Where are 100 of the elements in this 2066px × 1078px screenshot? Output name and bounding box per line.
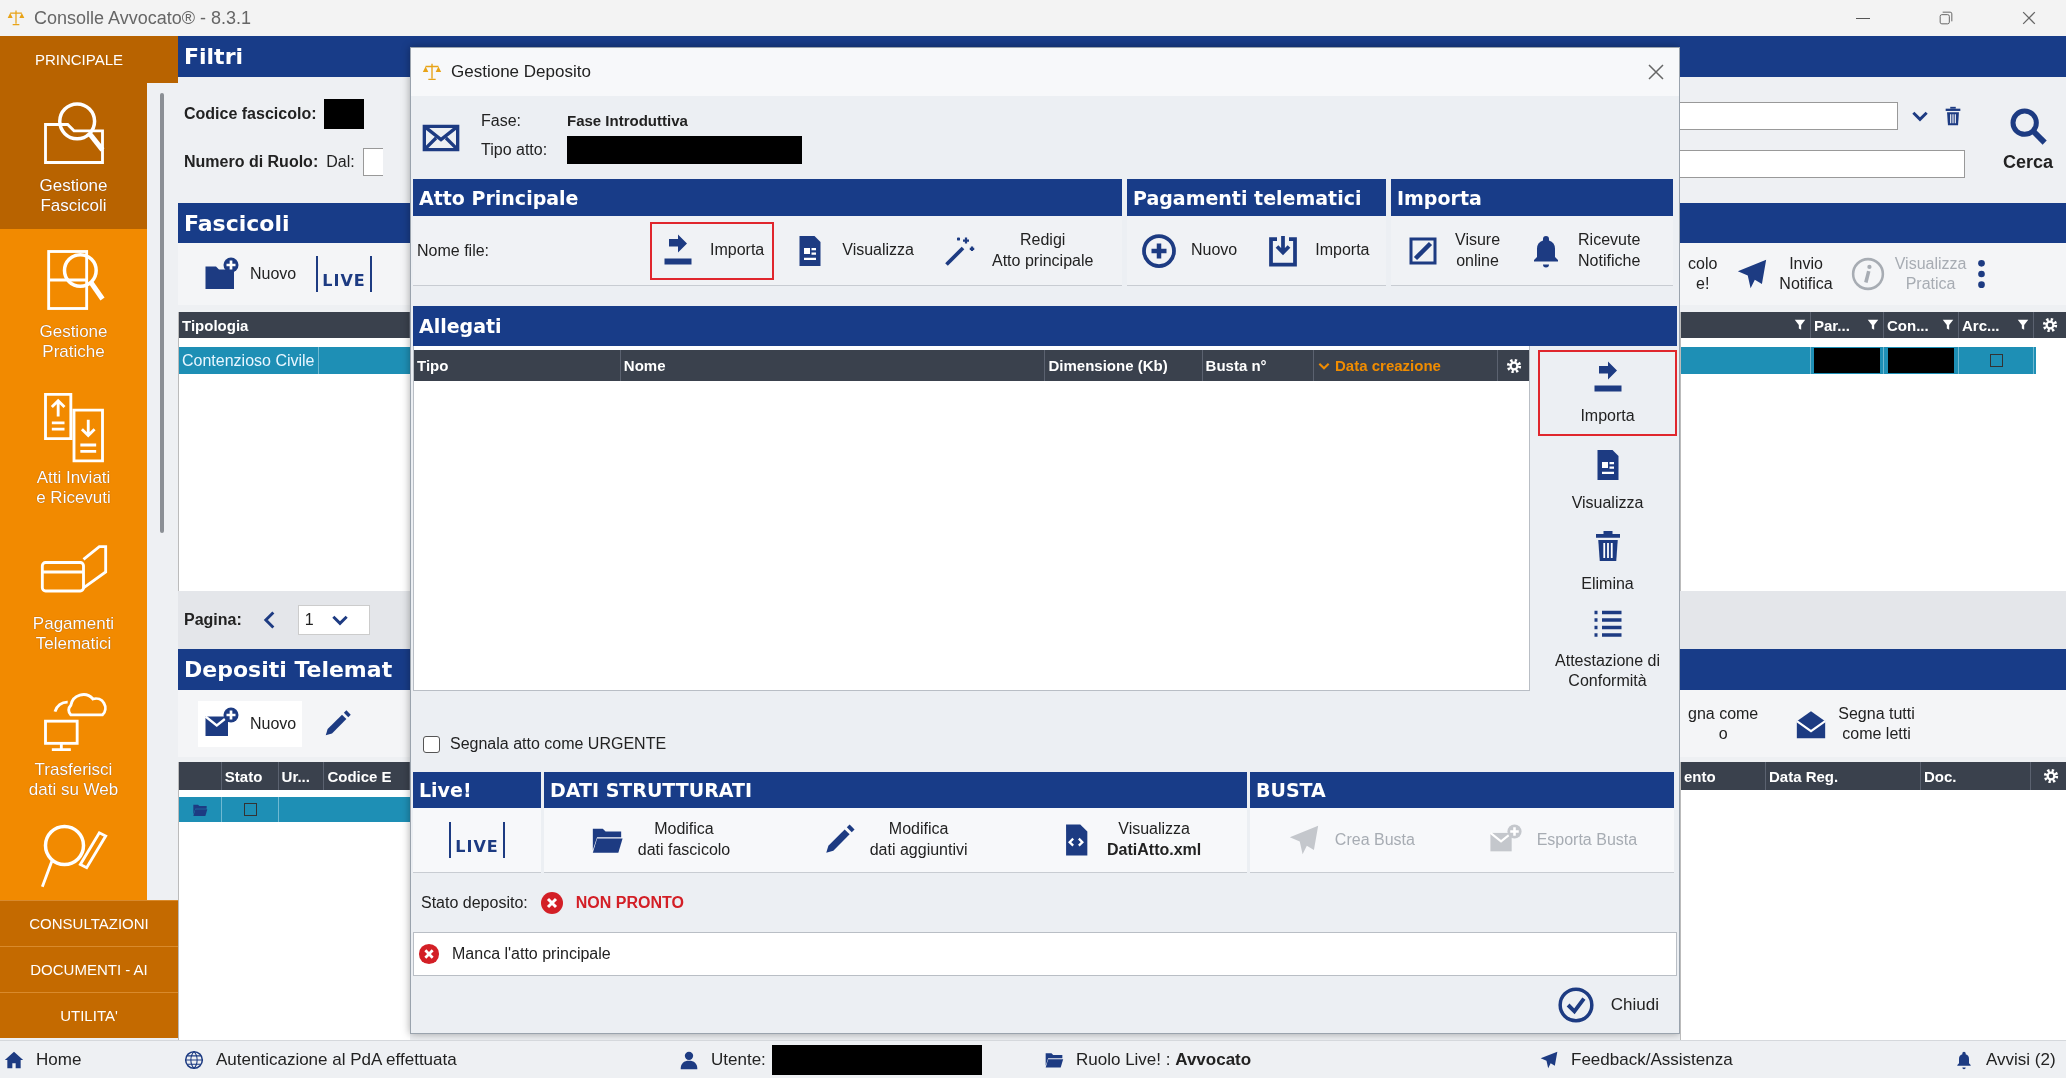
more-button[interactable] (1978, 260, 1986, 288)
column-header[interactable]: Tipo (414, 350, 621, 381)
page-select[interactable]: 1 (297, 605, 370, 635)
filter-icon (1866, 318, 1880, 332)
checkbox[interactable] (1989, 354, 2003, 367)
status-value: NON PRONTO (575, 893, 684, 912)
status-text: Avvisi (2) (1986, 1049, 2056, 1070)
message-text: Manca l'atto principale (452, 945, 611, 963)
search-button[interactable]: Cerca (1990, 106, 2066, 173)
redacted-block (1888, 348, 1954, 373)
input-field[interactable] (1680, 149, 1965, 178)
status-label: Stato deposito: (421, 893, 528, 912)
column-header[interactable]: Dimensione (Kb) (1045, 350, 1203, 381)
field-label: Nome file: (417, 241, 491, 260)
checkbox[interactable] (243, 803, 257, 816)
sidebar-section[interactable]: DOCUMENTI - AI (0, 946, 178, 992)
paper-plane-icon (1539, 1049, 1559, 1070)
column-header[interactable]: Doc. (1921, 762, 2031, 790)
section-header: Atto Principale (413, 179, 1122, 216)
scrollbar[interactable] (160, 93, 164, 533)
edit-file-data-button[interactable]: Modifica dati fascicolo (579, 811, 741, 869)
error-icon (539, 890, 564, 915)
combo-field[interactable] (1680, 101, 1898, 130)
minimize-icon (1855, 17, 1870, 19)
status-text: Ruolo Live! : Avvocato (1076, 1049, 1252, 1070)
column-header[interactable]: Data Reg. (1766, 762, 1921, 790)
sidebar-section[interactable]: UTILITA' (0, 992, 178, 1038)
view-button[interactable]: Visualizza (782, 221, 924, 280)
field-label: Fase: (481, 111, 522, 130)
info-icon (1850, 257, 1885, 291)
settings-icon (2040, 316, 2059, 334)
import-button[interactable]: Importa (1538, 350, 1677, 436)
import-button[interactable]: Importa (650, 221, 775, 280)
column-header[interactable]: Ur... (278, 762, 325, 790)
status-text: Home (36, 1049, 82, 1070)
new-button[interactable]: Nuovo (198, 700, 303, 747)
globe-icon (184, 1049, 204, 1070)
section-header: BUSTA (1250, 772, 1674, 808)
column-header[interactable]: Arc... (1959, 312, 2034, 338)
field-label: Tipo atto: (481, 140, 549, 159)
column-header[interactable]: Data creazione (1314, 350, 1498, 381)
bell-icon (1954, 1049, 1974, 1070)
search-icon (2008, 106, 2048, 146)
section-header: Allegati (413, 306, 1677, 346)
toolbar-button[interactable]: colo e! (1682, 251, 1724, 297)
column-header[interactable]: Par... (1811, 312, 1884, 338)
column-header[interactable]: Con... (1884, 312, 1959, 338)
new-payment-button[interactable]: Nuovo (1131, 221, 1248, 280)
column-header[interactable]: Busta n° (1202, 350, 1314, 381)
online-check-button[interactable]: Visure online (1395, 221, 1511, 280)
field-label: Numero di Ruolo: (184, 152, 319, 171)
close-dialog-button[interactable]: Chiudi (1548, 981, 1667, 1028)
section-header: DATI STRUTTURATI (544, 772, 1247, 808)
settings-icon (1504, 356, 1523, 375)
section-header: Fascicoli (178, 203, 410, 243)
status-text: Autenticazione al PdA effettuata (216, 1049, 457, 1070)
status-text: Utente: (711, 1049, 766, 1070)
table-row[interactable] (179, 797, 410, 822)
delete-button[interactable]: Elimina (1538, 524, 1677, 598)
pagination-label: Pagina: (184, 611, 242, 629)
settings-icon (2041, 767, 2060, 785)
folder-plus-icon (204, 256, 240, 292)
column-header[interactable]: Nome (620, 350, 1046, 381)
redacted-block (324, 98, 365, 129)
toolbar-button[interactable]: gna come o (1682, 700, 1765, 747)
sidebar-section[interactable]: CONSULTAZIONI (0, 900, 178, 946)
receipts-button[interactable]: Ricevute Notifiche (1518, 221, 1651, 280)
column-header[interactable]: ento (1681, 762, 1766, 790)
section-header: Pagamenti telematici (1127, 179, 1386, 216)
scales-icon (421, 61, 443, 83)
view-xml-button[interactable]: Visualizza DatiAtto.xml (1049, 811, 1212, 869)
sidebar-item[interactable]: Gestione Fascicoli (0, 83, 147, 229)
column-header[interactable]: Stato (221, 762, 279, 790)
dialog-title: Gestione Deposito (451, 62, 591, 82)
import-payment-button[interactable]: Importa (1255, 221, 1380, 280)
status-text: Feedback/Assistenza (1571, 1049, 1733, 1070)
filter-icon (2016, 318, 2030, 332)
section-header: Live! (413, 772, 541, 808)
live-button[interactable]: LIVE (316, 256, 372, 292)
table-row[interactable] (1681, 347, 2036, 374)
check-circle-icon (1556, 985, 1595, 1024)
view-button[interactable]: Visualizza (1538, 443, 1677, 517)
urgent-checkbox[interactable]: Segnala atto come URGENTE (423, 735, 667, 753)
window-title: Consolle Avvocato® - 8.3.1 (34, 7, 252, 29)
user-icon (679, 1049, 699, 1070)
send-notification-button[interactable]: Invio Notifica (1729, 251, 1839, 297)
filter-icon (1793, 318, 1807, 332)
section-header: Depositi Telemat (178, 649, 410, 690)
mark-all-read-button[interactable]: Segna tutti come letti (1788, 700, 1921, 747)
certify-button[interactable]: Attestazione di Conformità (1538, 606, 1677, 691)
field-label: Codice fascicolo: (184, 104, 317, 123)
input-field[interactable] (362, 147, 383, 176)
section-header: Importa (1391, 179, 1673, 216)
plus-circle-icon (1141, 232, 1177, 269)
sidebar-header: PRINCIPALE (0, 36, 178, 83)
edit-extra-data-button[interactable]: Modifica dati aggiuntivi (811, 811, 978, 869)
draft-button[interactable]: Redigi Atto principale (932, 221, 1104, 280)
section-header: Filtri (178, 36, 410, 77)
filter-icon (1941, 318, 1955, 332)
new-button[interactable]: Nuovo (198, 251, 303, 297)
